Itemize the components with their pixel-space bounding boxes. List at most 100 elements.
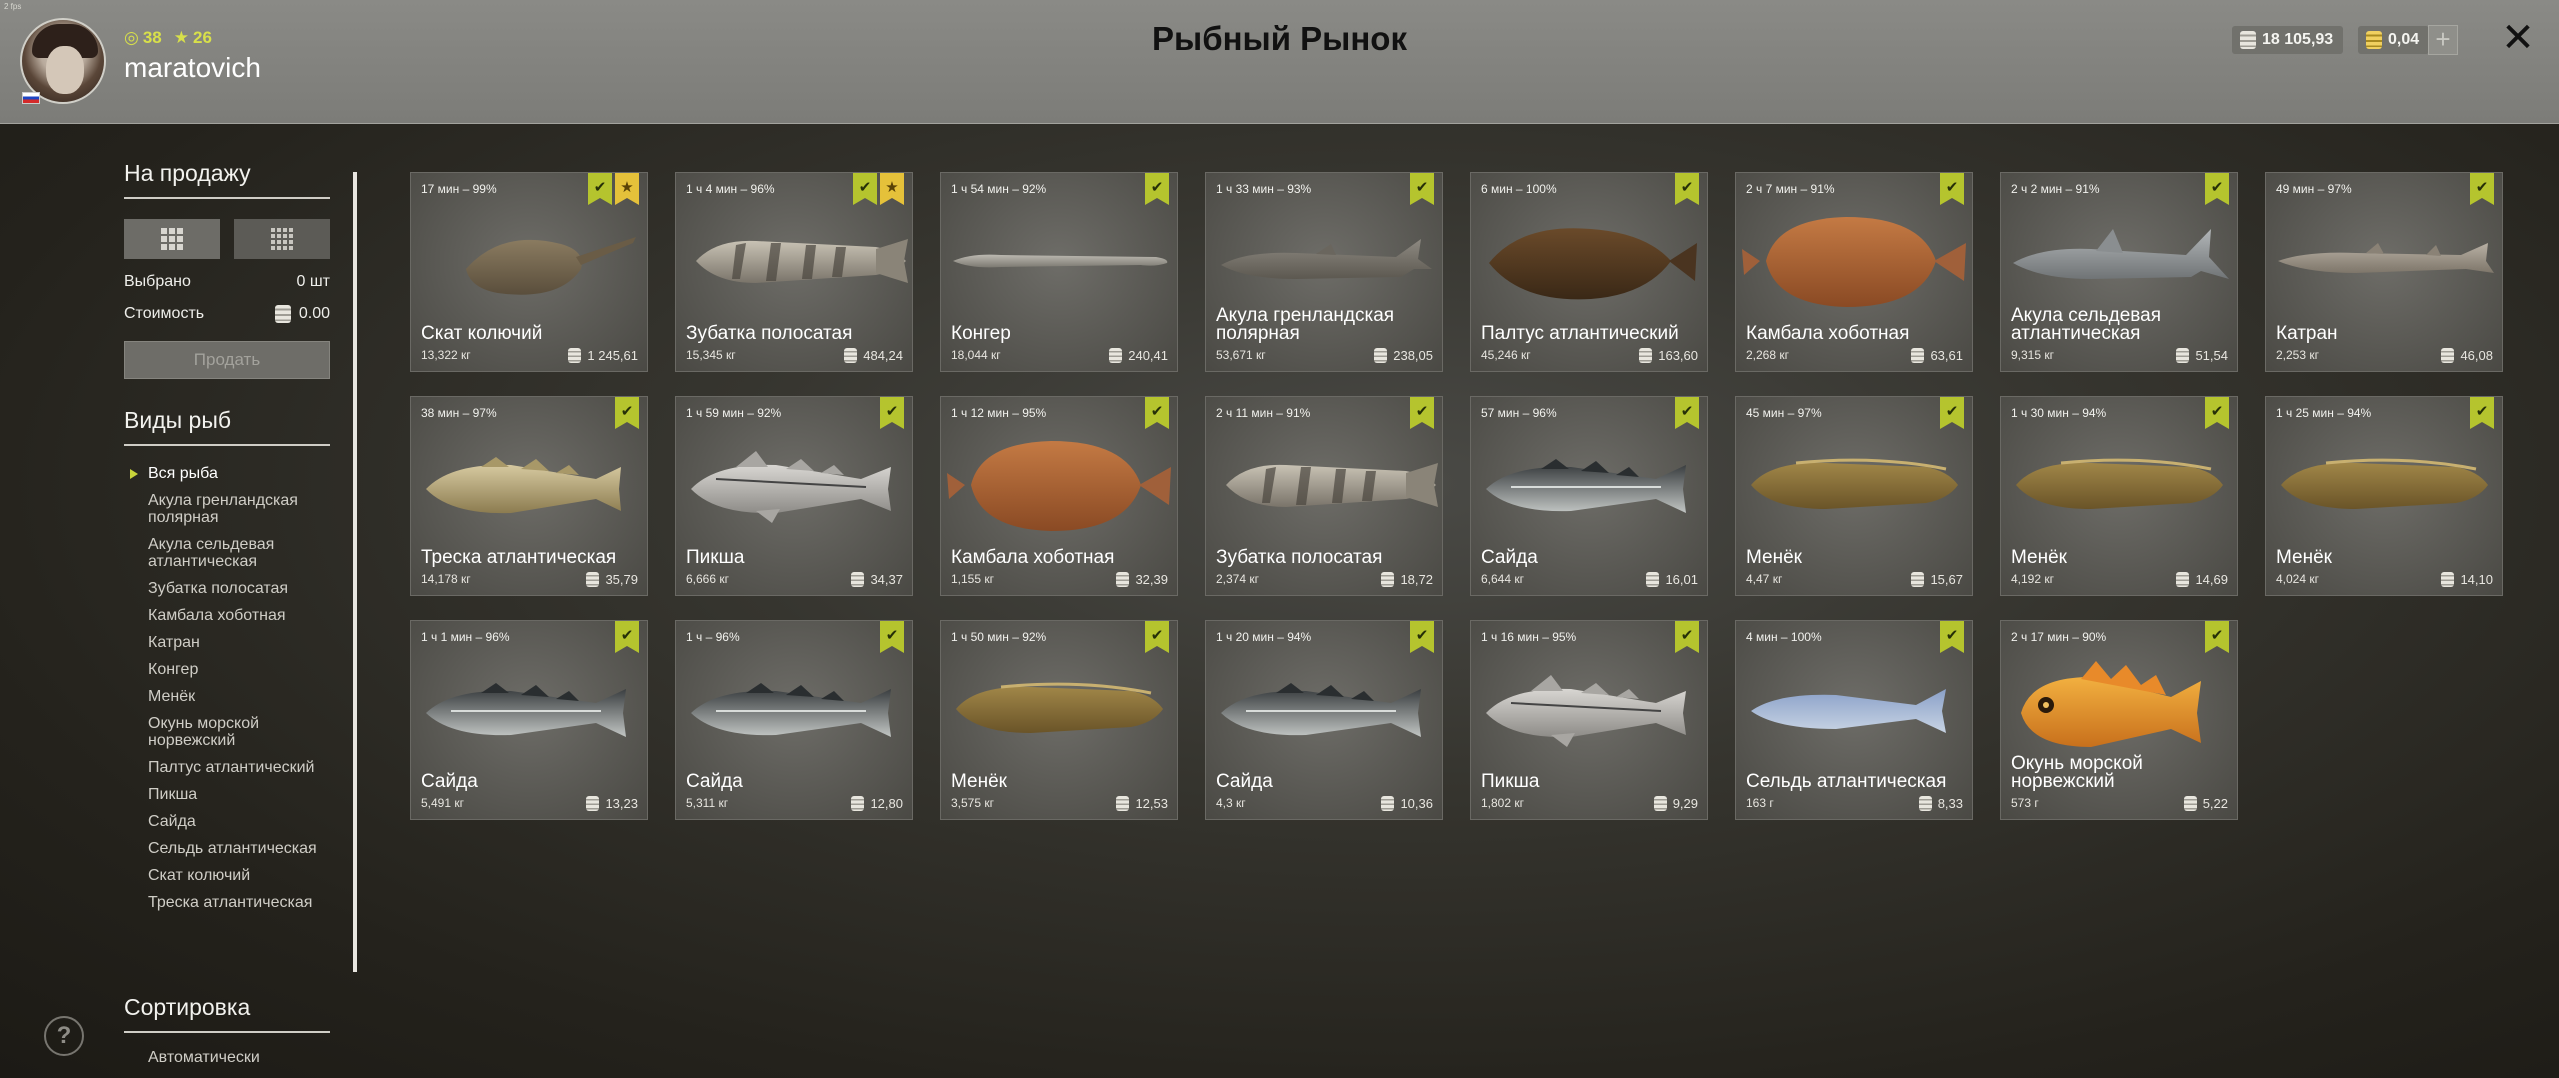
fish-card[interactable]: 1 ч 33 мин – 93% ✔ Акула гренландская по…: [1205, 172, 1443, 372]
catch-time: 1 ч 59 мин – 92%: [686, 406, 782, 420]
fish-weight: 573 г: [2011, 796, 2039, 810]
species-item[interactable]: Камбала хоботная: [124, 602, 330, 629]
fish-price: 163,60: [1639, 348, 1698, 363]
species-item[interactable]: Менёк: [124, 683, 330, 710]
fish-price: 63,61: [1911, 348, 1963, 363]
catch-time: 1 ч 4 мин – 96%: [686, 182, 775, 196]
species-item[interactable]: Окунь морской норвежский: [124, 710, 330, 754]
catch-time: 1 ч 50 мин – 92%: [951, 630, 1047, 644]
sort-section: Сортировка Автоматически: [124, 994, 330, 1067]
fish-image: [1206, 423, 1444, 543]
fish-price: 14,10: [2441, 572, 2493, 587]
species-item[interactable]: Скат колючий: [124, 862, 330, 889]
fish-image: [1206, 199, 1444, 319]
large-grid-view-button[interactable]: [124, 219, 220, 259]
fish-image: [941, 199, 1179, 319]
fish-name: Камбала хоботная: [1746, 323, 1910, 344]
fish-card[interactable]: 45 мин – 97% ✔ Менёк 4,47 кг 15,67: [1735, 396, 1973, 596]
add-gold-button[interactable]: +: [2428, 25, 2458, 55]
fish-name: Конгер: [951, 323, 1011, 344]
fish-price: 18,72: [1381, 572, 1433, 587]
species-section: Виды рыб Вся рыба Акула гренландская поля…: [124, 407, 330, 916]
fish-card[interactable]: 1 ч 25 мин – 94% ✔ Менёк 4,024 кг 14,10: [2265, 396, 2503, 596]
fish-price: 14,69: [2176, 572, 2228, 587]
fish-card[interactable]: 1 ч 12 мин – 95% ✔ Камбала хоботная 1,15…: [940, 396, 1178, 596]
fish-image: [2001, 199, 2239, 319]
fish-card[interactable]: 57 мин – 96% ✔ Сайда 6,644 кг 16,01: [1470, 396, 1708, 596]
species-item[interactable]: Треска атлантическая: [124, 889, 330, 916]
fish-image: [1736, 423, 1974, 543]
fish-card[interactable]: 1 ч 1 мин – 96% ✔ Сайда 5,491 кг 13,23: [410, 620, 648, 820]
fish-weight: 53,671 кг: [1216, 348, 1266, 362]
silver-coin-icon: [2176, 348, 2190, 363]
fish-image: [2001, 423, 2239, 543]
fish-name: Скат колючий: [421, 323, 543, 344]
silver-coin-icon: [586, 796, 600, 811]
cost-label: Стоимость: [124, 305, 205, 322]
fish-card[interactable]: 49 мин – 97% ✔ Катран 2,253 кг 46,08: [2265, 172, 2503, 372]
small-grid-view-button[interactable]: [234, 219, 330, 259]
species-item[interactable]: Палтус атлантический: [124, 754, 330, 781]
fish-card[interactable]: 2 ч 7 мин – 91% ✔ Камбала хоботная 2,268…: [1735, 172, 1973, 372]
close-button[interactable]: ✕: [2498, 18, 2538, 58]
silver-coin-icon: [586, 572, 600, 587]
catch-time: 1 ч 12 мин – 95%: [951, 406, 1047, 420]
fish-card[interactable]: 1 ч 30 мин – 94% ✔ Менёк 4,192 кг 14,69: [2000, 396, 2238, 596]
fish-image: [2266, 423, 2504, 543]
species-item[interactable]: Зубатка полосатая: [124, 575, 330, 602]
fish-card[interactable]: 1 ч 54 мин – 92% ✔ Конгер 18,044 кг 240,…: [940, 172, 1178, 372]
fish-card[interactable]: 17 мин – 99% ✔ ★ Скат колючий 13,322 кг …: [410, 172, 648, 372]
fish-name: Сайда: [1481, 547, 1538, 568]
sidebar-scrollbar[interactable]: [353, 172, 357, 972]
large-grid-icon: [161, 228, 183, 250]
cost-value: 0.00: [298, 305, 330, 322]
fish-weight: 163 г: [1746, 796, 1774, 810]
silver-coin-icon: [2183, 796, 2197, 811]
silver-coin-icon: [274, 305, 291, 323]
selected-value: 0 шт: [296, 273, 330, 290]
species-item[interactable]: Пикша: [124, 781, 330, 808]
catch-time: 4 мин – 100%: [1746, 630, 1822, 644]
fish-name: Акула сельдевая атлантическая: [2011, 305, 2162, 344]
sort-option[interactable]: Автоматически: [124, 1033, 330, 1067]
fish-price: 15,67: [1911, 572, 1963, 587]
fish-card[interactable]: 6 мин – 100% ✔ Палтус атлантический 45,2…: [1470, 172, 1708, 372]
fish-name: Сайда: [421, 771, 478, 792]
catch-time: 49 мин – 97%: [2276, 182, 2352, 196]
species-item[interactable]: Вся рыба: [124, 460, 330, 487]
fish-card[interactable]: 2 ч 17 мин – 90% ✔ Окунь морской норвежс…: [2000, 620, 2238, 820]
species-item[interactable]: Конгер: [124, 656, 330, 683]
silver-coin-icon: [2240, 31, 2256, 49]
fish-card[interactable]: 4 мин – 100% ✔ Сельдь атлантическая 163 …: [1735, 620, 1973, 820]
small-grid-icon: [271, 228, 293, 250]
fish-card[interactable]: 1 ч 20 мин – 94% ✔ Сайда 4,3 кг 10,36: [1205, 620, 1443, 820]
fish-image: [411, 647, 649, 767]
silver-coin-icon: [1381, 796, 1395, 811]
silver-coin-icon: [1116, 796, 1130, 811]
fish-card[interactable]: 1 ч 4 мин – 96% ✔ ★ Зубатка полосатая 15…: [675, 172, 913, 372]
fish-name: Акула гренландская полярная: [1216, 305, 1395, 344]
help-button[interactable]: ?: [44, 1016, 84, 1056]
fish-image: [676, 199, 914, 319]
species-item[interactable]: Акула гренландская полярная: [124, 487, 330, 531]
fish-card[interactable]: 1 ч 16 мин – 95% ✔ Пикша 1,802 кг 9,29: [1470, 620, 1708, 820]
sell-button[interactable]: Продать: [124, 341, 330, 379]
fish-weight: 1,802 кг: [1481, 796, 1524, 810]
species-item[interactable]: Сайда: [124, 808, 330, 835]
species-item[interactable]: Акула сельдевая атлантическая: [124, 531, 330, 575]
fish-name: Зубатка полосатая: [1216, 547, 1383, 568]
species-item[interactable]: Сельдь атлантическая: [124, 835, 330, 862]
silver-coin-icon: [1911, 572, 1925, 587]
fish-card[interactable]: 2 ч 2 мин – 91% ✔ Акула сельдевая атлант…: [2000, 172, 2238, 372]
fish-card[interactable]: 1 ч – 96% ✔ Сайда 5,311 кг 12,80: [675, 620, 913, 820]
fish-price: 240,41: [1109, 348, 1168, 363]
catch-time: 17 мин – 99%: [421, 182, 497, 196]
fish-card[interactable]: 38 мин – 97% ✔ Треска атлантическая 14,1…: [410, 396, 648, 596]
fish-card[interactable]: 1 ч 59 мин – 92% ✔ Пикша 6,666 кг 34,37: [675, 396, 913, 596]
fish-image: [676, 423, 914, 543]
fish-card[interactable]: 2 ч 11 мин – 91% ✔ Зубатка полосатая 2,3…: [1205, 396, 1443, 596]
catch-time: 2 ч 17 мин – 90%: [2011, 630, 2107, 644]
fish-card[interactable]: 1 ч 50 мин – 92% ✔ Менёк 3,575 кг 12,53: [940, 620, 1178, 820]
species-item[interactable]: Катран: [124, 629, 330, 656]
catch-time: 38 мин – 97%: [421, 406, 497, 420]
